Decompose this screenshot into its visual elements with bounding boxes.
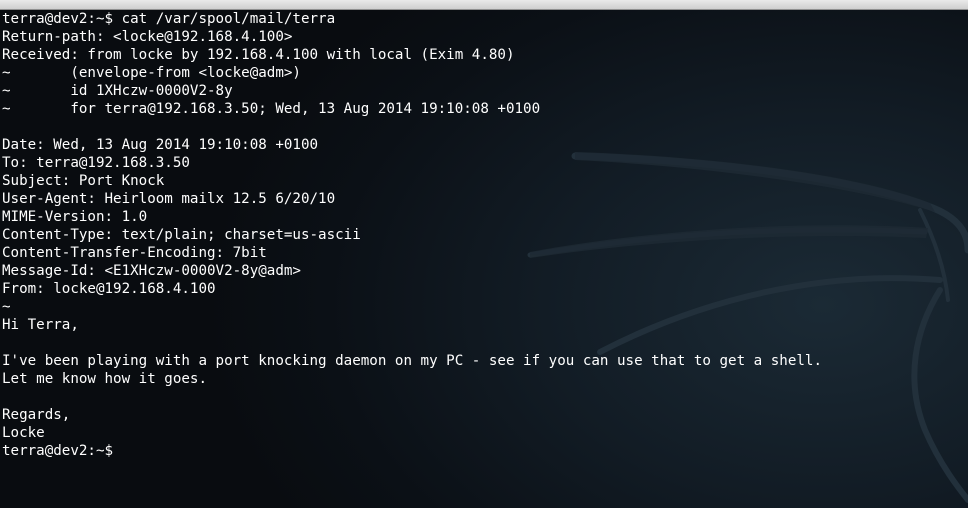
terminal-line: Regards,: [2, 407, 71, 423]
terminal-line: MIME-Version: 1.0: [2, 209, 148, 225]
terminal-line: Content-Type: text/plain; charset=us-asc…: [2, 227, 361, 243]
terminal-line: Hi Terra,: [2, 317, 79, 333]
terminal-line: From: locke@192.168.4.100: [2, 281, 216, 297]
terminal-line: Let me know how it goes.: [2, 371, 207, 387]
terminal-line: ~: [2, 299, 11, 315]
window-title-bar[interactable]: [0, 0, 968, 10]
terminal-line: To: terra@192.168.3.50: [2, 155, 190, 171]
terminal-line: Subject: Port Knock: [2, 173, 165, 189]
terminal-line: ~ id 1XHczw-0000V2-8y: [2, 83, 233, 99]
terminal-window: terra@dev2:~$ cat /var/spool/mail/terra R…: [0, 0, 968, 508]
terminal-line: ~ for terra@192.168.3.50; Wed, 13 Aug 20…: [2, 101, 541, 117]
terminal-line: Locke: [2, 425, 45, 441]
terminal-line: Received: from locke by 192.168.4.100 wi…: [2, 47, 515, 63]
terminal-line: I've been playing with a port knocking d…: [2, 353, 822, 369]
terminal-line: Message-Id: <E1XHczw-0000V2-8y@adm>: [2, 263, 301, 279]
terminal-line: ~ (envelope-from <locke@adm>): [2, 65, 301, 81]
terminal-line: Content-Transfer-Encoding: 7bit: [2, 245, 267, 261]
shell-prompt: terra@dev2:~$: [2, 443, 122, 459]
terminal-line: User-Agent: Heirloom mailx 12.5 6/20/10: [2, 191, 336, 207]
terminal-line: Date: Wed, 13 Aug 2014 19:10:08 +0100: [2, 137, 319, 153]
terminal-line: terra@dev2:~$ cat /var/spool/mail/terra: [2, 11, 336, 27]
terminal-line: Return-path: <locke@192.168.4.100>: [2, 29, 293, 45]
terminal-output[interactable]: terra@dev2:~$ cat /var/spool/mail/terra R…: [2, 10, 968, 508]
